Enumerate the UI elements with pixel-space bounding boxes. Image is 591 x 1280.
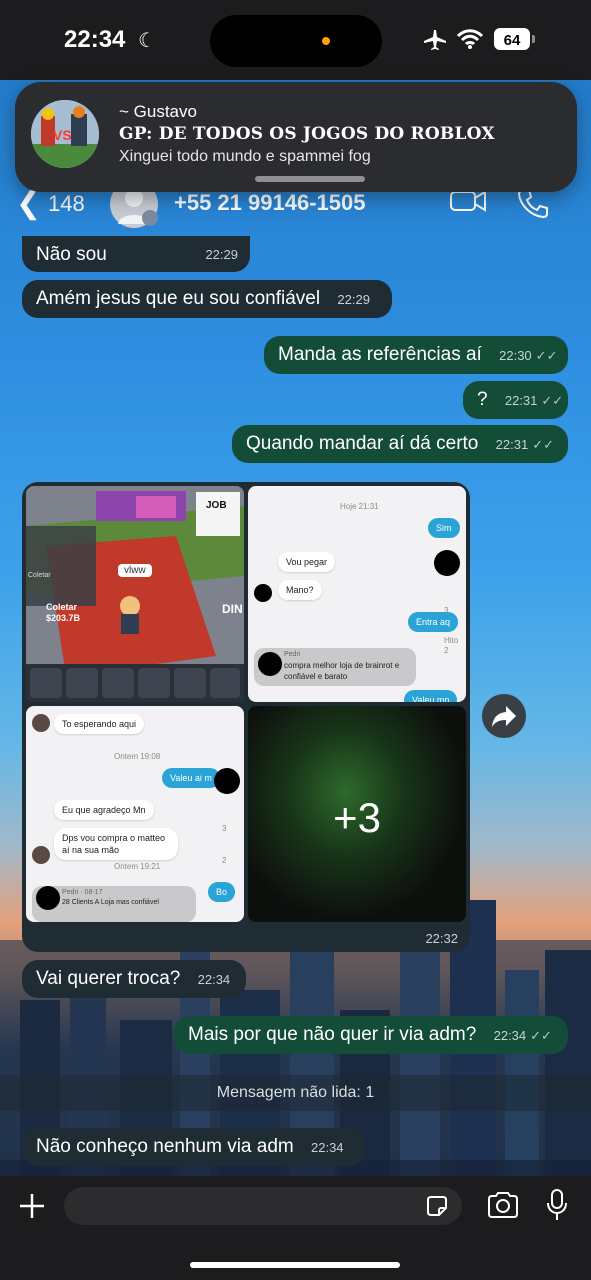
clock: 22:34 xyxy=(64,26,126,53)
message-time: 22:34 xyxy=(197,972,231,987)
message-outgoing[interactable]: Manda as referências aí 22:30 ✓✓ xyxy=(264,336,568,374)
redacted-dot xyxy=(36,886,60,910)
mini-quote-name: Pedri · 08-17 xyxy=(62,889,103,896)
mini-out-msg: Valeu ai m xyxy=(162,768,220,788)
battery-indicator: 64 xyxy=(494,28,530,50)
mini-out-msg: Entra aq xyxy=(408,612,459,632)
notification-banner[interactable]: VS ~ Gustavo GP: DE TODOS OS JOGOS DO RO… xyxy=(15,82,577,192)
status-bar: 22:34 ☾ 64 xyxy=(0,0,591,80)
mini-count: 2 xyxy=(222,856,227,865)
message-text: Mais por que não quer ir via adm? xyxy=(188,1024,477,1045)
mini-in-msg: Dps vou compra o matteo aí na sua mão xyxy=(54,828,178,860)
game-sign: JOB xyxy=(206,500,227,511)
dynamic-island xyxy=(210,15,382,67)
svg-text:VS: VS xyxy=(53,127,72,143)
message-incoming[interactable]: Não conheço nenhum via adm 22:34 xyxy=(22,1128,366,1166)
home-indicator[interactable] xyxy=(190,1262,400,1268)
game-coletar-label: Coletar xyxy=(46,602,78,612)
mini-count: 3 xyxy=(444,606,449,615)
unread-count[interactable]: 148 xyxy=(48,191,85,217)
message-time: 22:31 xyxy=(495,437,529,452)
media-thumb-chat-2[interactable]: To esperando aqui Ontem 19:08 Valeu ai m… xyxy=(26,706,244,922)
media-album[interactable]: Coletar $203.7B vlww JOB DIN Coletar Hoj… xyxy=(22,482,470,952)
composer-bar xyxy=(0,1176,591,1280)
mini-out-msg: Valeu mn xyxy=(404,690,458,702)
media-thumb-more[interactable]: +3 xyxy=(248,706,466,922)
notification-group: GP: DE TODOS OS JOGOS DO ROBLOX xyxy=(119,124,495,144)
message-time: 22:30 xyxy=(499,348,532,363)
read-ticks-icon: ✓✓ xyxy=(530,1028,552,1043)
message-text: Vai querer troca? xyxy=(36,968,181,989)
notification-sender: ~ Gustavo xyxy=(119,102,197,121)
message-time: 22:29 xyxy=(205,247,238,262)
message-text: Não sou xyxy=(36,244,107,265)
mini-count: 2 xyxy=(444,646,449,655)
message-text: Quando mandar aí dá certo xyxy=(246,433,479,454)
read-ticks-icon: ✓✓ xyxy=(535,348,558,363)
media-thumb-chat-1[interactable]: Hoje 21:31 Sim Vou pegar Mano? Entra aq … xyxy=(248,486,466,702)
message-time: 22:31 xyxy=(504,393,538,408)
mini-avatar xyxy=(32,714,50,732)
forward-icon xyxy=(492,706,516,727)
game-left-tag: Coletar xyxy=(28,572,51,579)
mini-in-msg: Mano? xyxy=(278,580,322,600)
game-side-text: DIN xyxy=(222,602,243,616)
message-text: Manda as referências aí xyxy=(278,344,482,365)
message-time: 22:29 xyxy=(337,292,370,307)
game-value: $203.7B xyxy=(46,613,81,623)
redacted-dot xyxy=(434,550,460,576)
redacted-dot xyxy=(254,584,272,602)
mini-out-msg: Sim xyxy=(428,518,460,538)
message-text: Amém jesus que eu sou confiável xyxy=(36,288,321,309)
group-avatar: VS xyxy=(31,100,99,168)
mini-in-msg: To esperando aqui xyxy=(54,714,145,734)
redacted-dot xyxy=(258,652,282,676)
message-text: ? xyxy=(477,389,488,410)
airplane-icon xyxy=(424,30,446,50)
message-incoming[interactable]: Amém jesus que eu sou confiável 22:29 xyxy=(22,280,392,318)
message-input[interactable] xyxy=(64,1187,462,1225)
message-incoming[interactable]: Vai querer troca? 22:34 xyxy=(22,960,246,998)
mini-out-msg: Bo xyxy=(208,882,236,902)
media-thumb-game[interactable]: Coletar $203.7B vlww JOB DIN Coletar xyxy=(26,486,244,702)
forward-button[interactable] xyxy=(482,694,526,738)
notification-handle[interactable] xyxy=(255,176,365,182)
message-time: 22:32 xyxy=(425,931,458,946)
whatsapp-chat-screen: ❮ 148 +55 21 99146-1505 22:34 ☾ 64 VS ~ … xyxy=(0,0,591,1280)
message-text: Não conheço nenhum via adm xyxy=(36,1136,294,1157)
mini-in-msg: Vou pegar xyxy=(278,552,336,572)
read-ticks-icon: ✓✓ xyxy=(541,393,564,408)
unread-divider: Mensagem não lida: 1 xyxy=(0,1075,591,1111)
mini-date: Hoje 21:31 xyxy=(340,502,379,511)
sticker-icon[interactable] xyxy=(424,1193,450,1219)
notification-message: Xinguei todo mundo e spammei fog xyxy=(119,148,371,165)
mini-quote-name: Pedri xyxy=(284,651,301,658)
mic-indicator xyxy=(322,37,330,45)
camera-icon[interactable] xyxy=(486,1190,520,1220)
plus-icon[interactable] xyxy=(16,1190,48,1222)
game-name-tag: vlww xyxy=(118,564,152,577)
mini-avatar xyxy=(32,846,50,864)
mini-in-msg: Eu que agradeço Mn xyxy=(54,800,154,820)
message-time: 22:34 xyxy=(311,1140,344,1155)
message-outgoing[interactable]: ? 22:31 ✓✓ xyxy=(463,381,568,419)
message-incoming[interactable]: Não sou 22:29 xyxy=(22,236,250,272)
microphone-icon[interactable] xyxy=(544,1188,570,1222)
message-outgoing[interactable]: Quando mandar aí dá certo 22:31 ✓✓ xyxy=(232,425,568,463)
wifi-icon xyxy=(456,29,484,49)
message-outgoing[interactable]: Mais por que não quer ir via adm? 22:34 ✓… xyxy=(174,1016,568,1054)
message-time: 22:34 xyxy=(493,1028,527,1043)
read-ticks-icon: ✓✓ xyxy=(532,437,554,452)
more-media-count: +3 xyxy=(333,794,381,841)
redacted-dot xyxy=(214,768,240,794)
battery-tip xyxy=(532,35,535,43)
mini-info: Hito xyxy=(444,636,459,645)
mini-quote-text: 28 Clients A Loja mas confiável xyxy=(62,899,159,906)
mini-date: Ontem 19:21 xyxy=(114,862,161,871)
moon-icon: ☾ xyxy=(138,30,156,52)
mini-count: 3 xyxy=(222,824,227,833)
contact-name[interactable]: +55 21 99146-1505 xyxy=(174,190,365,216)
mini-quote-text: compra melhor loja de brainrot e confiáv… xyxy=(284,661,400,681)
mini-date: Ontem 19:08 xyxy=(114,752,161,761)
